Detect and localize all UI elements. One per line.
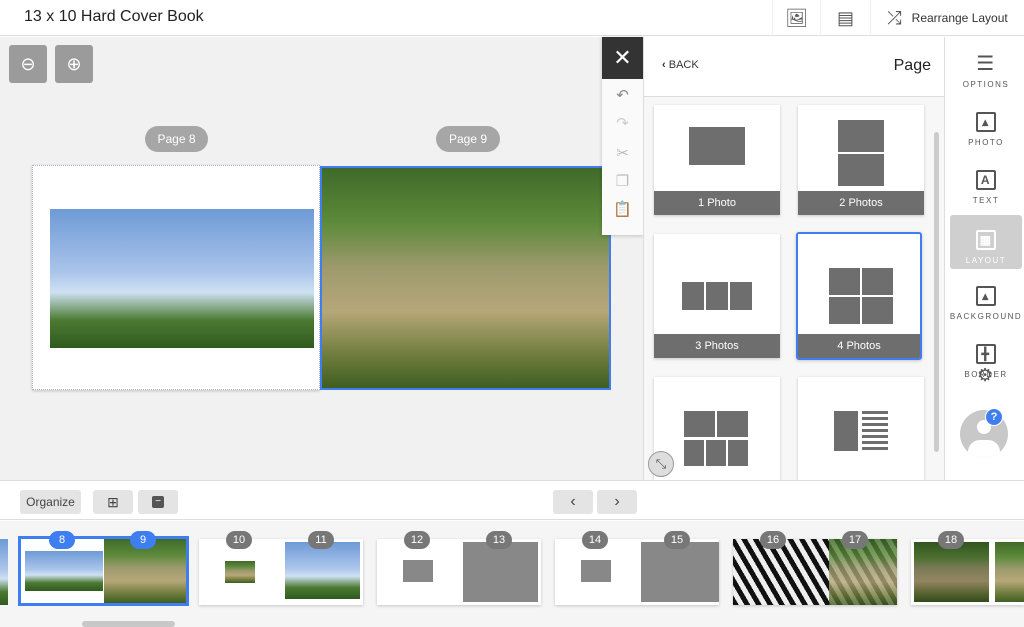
- copy-icon: ❐: [615, 173, 630, 190]
- zoom-in-icon: ⊕: [66, 53, 82, 74]
- panel-title: Page: [893, 57, 931, 74]
- spread-14-15[interactable]: [555, 539, 719, 605]
- layout-photo-text[interactable]: [798, 377, 924, 480]
- layout-2-photos[interactable]: 2 Photos: [798, 105, 924, 215]
- sidebar-item-photo[interactable]: ▴ PHOTO: [950, 97, 1022, 151]
- clipboard-icon: 📋: [613, 201, 632, 218]
- book-title: 13 x 10 Hard Cover Book: [24, 8, 204, 25]
- gear-icon[interactable]: ⚙: [977, 365, 993, 386]
- undo-button[interactable]: ↶: [602, 81, 643, 109]
- layers-icon: ▴: [976, 286, 996, 306]
- savanna-photo[interactable]: [322, 168, 609, 388]
- redo-button[interactable]: ↷: [602, 109, 643, 137]
- close-icon: ✕: [613, 45, 632, 70]
- sidebar-label: TEXT: [972, 196, 1000, 205]
- paste-button[interactable]: 📋: [602, 195, 643, 223]
- page-9[interactable]: [320, 166, 611, 390]
- page-number-badge: 13: [486, 531, 512, 549]
- expand-icon: ⤡: [655, 456, 667, 471]
- page-number-badge: 17: [842, 531, 868, 549]
- add-pages-icon: ⊞: [107, 493, 119, 510]
- baobab-photo[interactable]: [50, 209, 314, 348]
- rearrange-label: Rearrange Layout: [911, 11, 1008, 25]
- undo-icon: ↶: [616, 87, 629, 104]
- zoom-out-icon: ⊖: [20, 53, 36, 74]
- chevron-right-icon: ›: [614, 493, 620, 510]
- sidebar-label: LAYOUT: [965, 256, 1007, 265]
- page-strip: 8 9 10 11 12 13 14 15 16 17 18: [0, 521, 1024, 627]
- sidebar-item-background[interactable]: ▴ BACKGROUND: [950, 271, 1022, 325]
- page-label: Page 9: [436, 126, 500, 152]
- page-label: Page 8: [145, 126, 208, 152]
- cut-button[interactable]: ✂: [602, 139, 643, 167]
- page-number-badge: 9: [130, 531, 156, 549]
- right-sidebar: ☰ OPTIONS ▴ PHOTO A TEXT ▦ LAYOUT ▴ BACKGROUN…: [944, 37, 1024, 480]
- page-number-badge: 12: [404, 531, 430, 549]
- add-photo-button[interactable]: 🖼: [772, 0, 820, 36]
- page-number-badge: 8: [49, 531, 75, 549]
- page-number-badge: 10: [226, 531, 252, 549]
- chevron-left-icon: ‹: [570, 493, 576, 510]
- page-8[interactable]: [32, 165, 320, 390]
- layout-panel: ‹ BACK Page 1 Photo 2 Photos 3 Photos 4 …: [643, 37, 945, 480]
- sidebar-item-options[interactable]: ☰ OPTIONS: [950, 39, 1022, 93]
- text-icon: A: [976, 170, 996, 190]
- bottom-toolbar: Organize ⊞ − ‹ ›: [0, 480, 1024, 520]
- page-number-badge: 14: [582, 531, 608, 549]
- add-page-button[interactable]: ⊞: [93, 490, 133, 514]
- sidebar-label: BACKGROUND: [949, 312, 1023, 321]
- chevron-left-icon: ‹: [662, 59, 669, 71]
- layout-label: 2 Photos: [798, 191, 924, 215]
- shuffle-icon: ⤮: [887, 7, 902, 28]
- copy-button[interactable]: ❐: [602, 167, 643, 195]
- next-page-button[interactable]: ›: [597, 490, 637, 514]
- rearrange-layout-button[interactable]: ⤮ Rearrange Layout: [870, 0, 1024, 36]
- page-number-badge: 15: [664, 531, 690, 549]
- page-number-badge: 16: [760, 531, 786, 549]
- spread-18[interactable]: [911, 539, 1024, 605]
- zoom-in-button[interactable]: ⊕: [55, 45, 93, 83]
- spread-16-17[interactable]: [733, 539, 897, 605]
- close-button[interactable]: ✕: [602, 37, 643, 79]
- layout-label: 4 Photos: [798, 334, 920, 358]
- spread-8-9[interactable]: [18, 536, 189, 606]
- edit-toolbar: ✕ ↶ ↷ ✂ ❐ 📋: [602, 37, 643, 235]
- image-icon: ▴: [976, 112, 996, 132]
- image-plus-icon: 🖼: [785, 7, 808, 28]
- scissors-icon: ✂: [616, 145, 629, 162]
- note-plus-icon: ▤: [836, 7, 854, 28]
- layout-icon: ▦: [976, 230, 996, 250]
- sliders-icon: ☰: [976, 53, 996, 75]
- panel-scrollbar[interactable]: [934, 132, 939, 452]
- layout-label: 3 Photos: [654, 334, 780, 358]
- spread-10-11[interactable]: [199, 539, 363, 605]
- prev-page-button[interactable]: ‹: [553, 490, 593, 514]
- sidebar-item-layout[interactable]: ▦ LAYOUT: [950, 215, 1022, 269]
- layout-3-photos[interactable]: 3 Photos: [654, 234, 780, 358]
- back-button[interactable]: ‹ BACK: [662, 59, 699, 71]
- remove-page-button[interactable]: −: [138, 490, 178, 514]
- sidebar-item-text[interactable]: A TEXT: [950, 155, 1022, 209]
- page-number-badge: 11: [308, 531, 334, 549]
- sidebar-label: OPTIONS: [962, 80, 1010, 89]
- zoom-out-button[interactable]: ⊖: [9, 45, 47, 83]
- sidebar-label: PHOTO: [968, 138, 1004, 147]
- back-label: BACK: [668, 59, 699, 71]
- strip-scrollbar[interactable]: [82, 621, 175, 627]
- header: 13 x 10 Hard Cover Book 🖼 ▤ ⤮ Rearrange L…: [0, 0, 1024, 36]
- organize-button[interactable]: Organize: [20, 490, 81, 514]
- panel-header: ‹ BACK Page: [644, 37, 945, 97]
- layout-label: 1 Photo: [654, 191, 780, 215]
- layout-4-photos[interactable]: 4 Photos: [796, 232, 922, 360]
- layout-1-photo[interactable]: 1 Photo: [654, 105, 780, 215]
- add-text-button[interactable]: ▤: [820, 0, 870, 36]
- resize-handle[interactable]: ⤡: [648, 451, 674, 477]
- grid-icon: ╋: [976, 344, 996, 364]
- help-badge[interactable]: ?: [985, 408, 1003, 426]
- page-number-badge: 18: [938, 531, 964, 549]
- redo-icon: ↷: [616, 115, 629, 132]
- spread-12-13[interactable]: [377, 539, 541, 605]
- minus-icon: −: [152, 496, 164, 508]
